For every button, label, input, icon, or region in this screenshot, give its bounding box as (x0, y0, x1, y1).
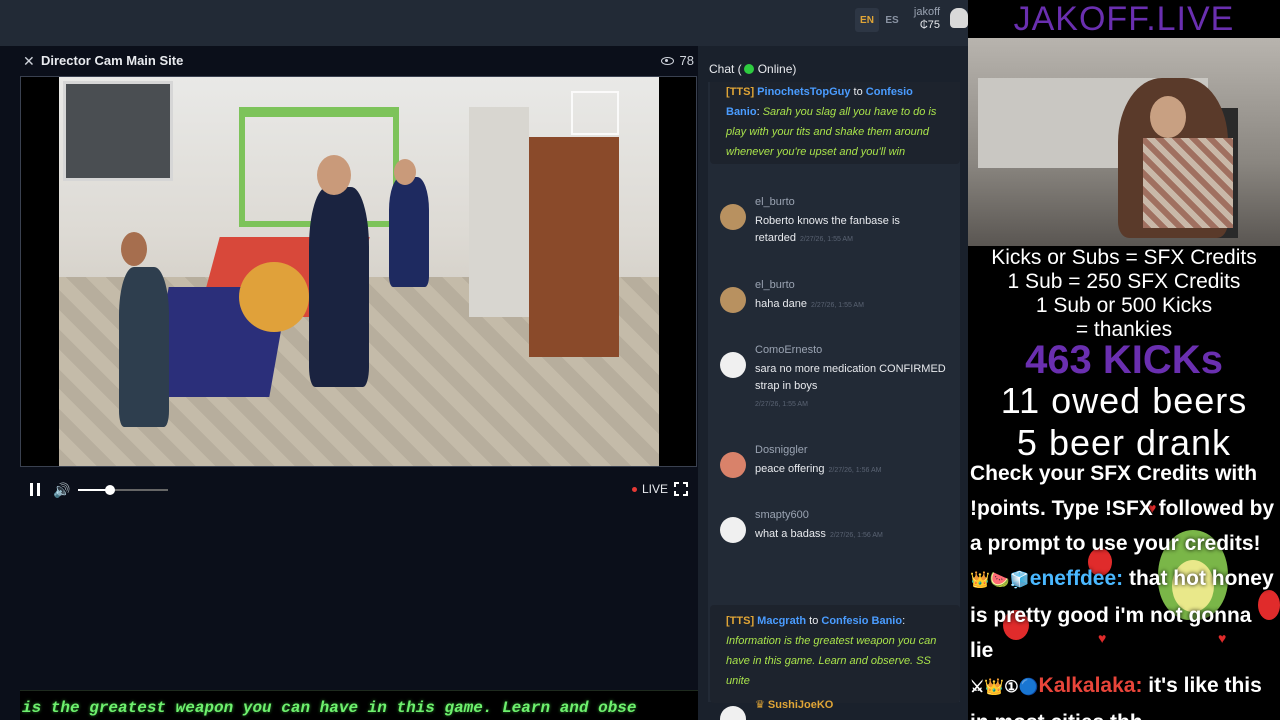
chat-text: sara no more medication CONFIRMED strap … (755, 363, 946, 408)
overlay-chat-line: 👑🍉🧊eneffdee: that hot honey is pretty go… (970, 561, 1278, 668)
teddy-bear (239, 262, 309, 332)
chat-text: Roberto knows the fanbase is retarded 2/2… (755, 215, 900, 244)
chat-username[interactable]: smapty600 (755, 509, 809, 521)
brand-title: JAKOFF.LIVE (1013, 0, 1235, 38)
ghost-avatar-icon[interactable] (720, 706, 746, 720)
live-label: LIVE (642, 482, 669, 496)
ticker-text: is the greatest weapon you can have in t… (22, 699, 637, 717)
person-center (309, 187, 369, 387)
person-right (389, 177, 429, 287)
video-player[interactable] (20, 76, 697, 467)
lang-es-button[interactable]: ES (880, 8, 904, 32)
viewer-count: 78 (660, 53, 694, 68)
tts-sender[interactable]: Macgrath (757, 615, 806, 627)
chat-status: Online) (757, 62, 797, 76)
volume-knob[interactable] (104, 485, 115, 495)
chat-username[interactable]: ♛ SushiJoeKO (755, 698, 833, 711)
person-center-head (317, 155, 351, 195)
person-left-head (121, 232, 147, 266)
person-left (119, 267, 169, 427)
overlay-chat-user: eneffdee: (1029, 567, 1124, 590)
beer-counter: 11 owed beers 5 beer drank (968, 380, 1280, 464)
chat-username[interactable]: el_burto (755, 279, 795, 291)
info-line: 1 Sub = 250 SFX Credits (1007, 270, 1241, 293)
top-bar: EN ES jakoff ₵75 (0, 0, 968, 46)
chat-panel: Chat ( Online) [TTS] PinochetsTopGuy to … (698, 46, 968, 720)
info-line: 1 Sub or 500 Kicks (1035, 294, 1213, 317)
chat-timestamp: 2/27/26, 1:56 AM (829, 532, 883, 539)
owed-beers: 11 owed beers (1000, 380, 1248, 421)
overlay-chat-feed: Check your SFX Credits with !points. Typ… (970, 456, 1278, 720)
live-indicator: LIVE (632, 482, 668, 496)
door (529, 137, 619, 357)
viewer-count-value: 78 (679, 53, 694, 68)
chat-header: Chat ( Online) (709, 62, 796, 76)
chat-timestamp: 2/27/26, 1:55 AM (811, 302, 864, 309)
chat-text: what a badass 2/27/26, 1:56 AM (755, 528, 883, 540)
doorway (469, 107, 529, 317)
chat-timestamp: 2/27/26, 1:55 AM (799, 236, 853, 243)
chat-label: Chat ( (709, 62, 742, 76)
video-controls: 🔊 LIVE (20, 478, 697, 502)
person-right-head (394, 159, 416, 185)
window (63, 81, 173, 181)
sword-badge-icon: ⚔👑①🔵 (970, 679, 1039, 696)
info-line: Kicks or Subs = SFX Credits (991, 246, 1257, 269)
tts-tag: [TTS] (726, 86, 755, 98)
volume-slider[interactable] (78, 485, 168, 495)
volume-icon[interactable]: 🔊 (53, 482, 70, 499)
streamer-head (1150, 96, 1186, 138)
webcam-feed-image (968, 38, 1280, 246)
tts-message: [TTS] Macgrath to Confesio Banio: Inform… (710, 605, 960, 703)
sfx-info: Kicks or Subs = SFX Credits 1 Sub = 250 … (968, 246, 1280, 342)
close-icon[interactable]: ✕ (23, 53, 35, 70)
stream-overlay: JAKOFF.LIVE Kicks or Subs = SFX Credits … (968, 0, 1280, 720)
tts-recipient[interactable]: Confesio Banio (821, 615, 902, 627)
chat-message-list[interactable]: [TTS] PinochetsTopGuy to Confesio Banio:… (698, 82, 968, 720)
lang-en-button[interactable]: EN (855, 8, 879, 32)
overlay-chat-line: ⚔👑①🔵Kalkalaka: it's like this in most ci… (970, 668, 1278, 720)
owl-avatar-icon[interactable] (720, 204, 746, 230)
frog-logo-icon (571, 91, 619, 135)
chat-text: peace offering 2/27/26, 1:56 AM (755, 463, 882, 475)
chat-text: haha dane 2/27/26, 1:55 AM (755, 298, 864, 310)
balance: ₵75 (919, 19, 940, 31)
username: jakoff (913, 6, 940, 18)
tts-ticker: is the greatest weapon you can have in t… (20, 690, 698, 720)
video-title: Director Cam Main Site (41, 53, 184, 68)
tts-to: to (809, 615, 819, 627)
tts-sender[interactable]: PinochetsTopGuy (757, 86, 850, 98)
user-avatar-icon[interactable] (950, 8, 968, 28)
live-dot-icon (632, 486, 637, 492)
overlay-chat-user: Kalkalaka: (1038, 674, 1143, 697)
chat-username[interactable]: Dosniggler (755, 444, 808, 456)
video-title-bar: ✕ Director Cam Main Site 78 (0, 46, 698, 74)
user-info[interactable]: jakoff ₵75 (908, 6, 940, 32)
face-avatar-icon[interactable] (720, 452, 746, 478)
tts-tag: [TTS] (726, 615, 755, 627)
blanket (1143, 138, 1233, 228)
owl-avatar-icon[interactable] (720, 287, 746, 313)
crown-icon: ♛ (755, 699, 768, 711)
tts-to: to (853, 86, 863, 98)
tts-message: [TTS] PinochetsTopGuy to Confesio Banio:… (710, 82, 960, 164)
chat-username[interactable]: el_burto (755, 196, 795, 208)
tts-body: Information is the greatest weapon you c… (726, 635, 937, 687)
ghost-avatar-icon[interactable] (720, 517, 746, 543)
kicks-counter: 463 KICKs (1025, 338, 1223, 382)
fullscreen-icon[interactable] (674, 482, 688, 496)
chat-timestamp: 2/27/26, 1:55 AM (755, 401, 808, 408)
sfx-instructions: Check your SFX Credits with !points. Typ… (970, 462, 1275, 555)
crown-badge-icon: 👑🍉🧊 (970, 572, 1030, 589)
camera-feed-image (59, 77, 659, 466)
app-root: EN ES jakoff ₵75 ✕ Director Cam Main Sit… (0, 0, 1280, 720)
online-status-icon (743, 64, 754, 74)
eye-icon (660, 56, 674, 65)
chat-timestamp: 2/27/26, 1:56 AM (828, 467, 882, 474)
chat-username[interactable]: ComoErnesto (755, 344, 822, 356)
video-panel: ✕ Director Cam Main Site 78 🔊 LIVE is th… (0, 46, 698, 720)
ghost-avatar-icon[interactable] (720, 352, 746, 378)
pause-icon[interactable] (30, 483, 40, 496)
